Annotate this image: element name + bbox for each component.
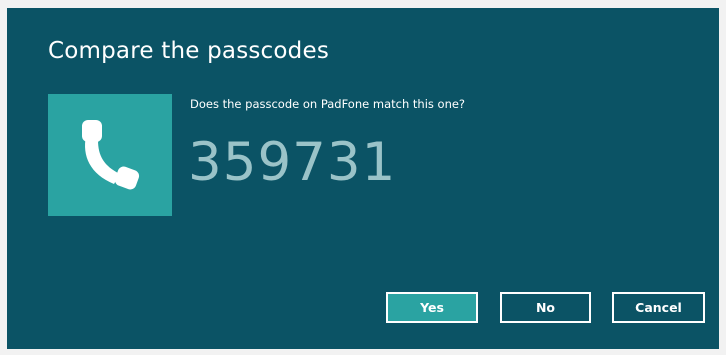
screen-frame: Compare the passcodes Does the passcode …: [0, 0, 726, 355]
phone-handset-icon: [82, 120, 140, 190]
passcode-value: 359731: [188, 132, 397, 193]
compare-passcodes-dialog: Compare the passcodes Does the passcode …: [7, 8, 719, 349]
no-button[interactable]: No: [500, 292, 591, 323]
device-tile: [48, 94, 172, 216]
cancel-button[interactable]: Cancel: [612, 292, 705, 323]
dialog-title: Compare the passcodes: [48, 38, 330, 64]
passcode-question: Does the passcode on PadFone match this …: [190, 97, 466, 111]
yes-button[interactable]: Yes: [386, 292, 478, 323]
